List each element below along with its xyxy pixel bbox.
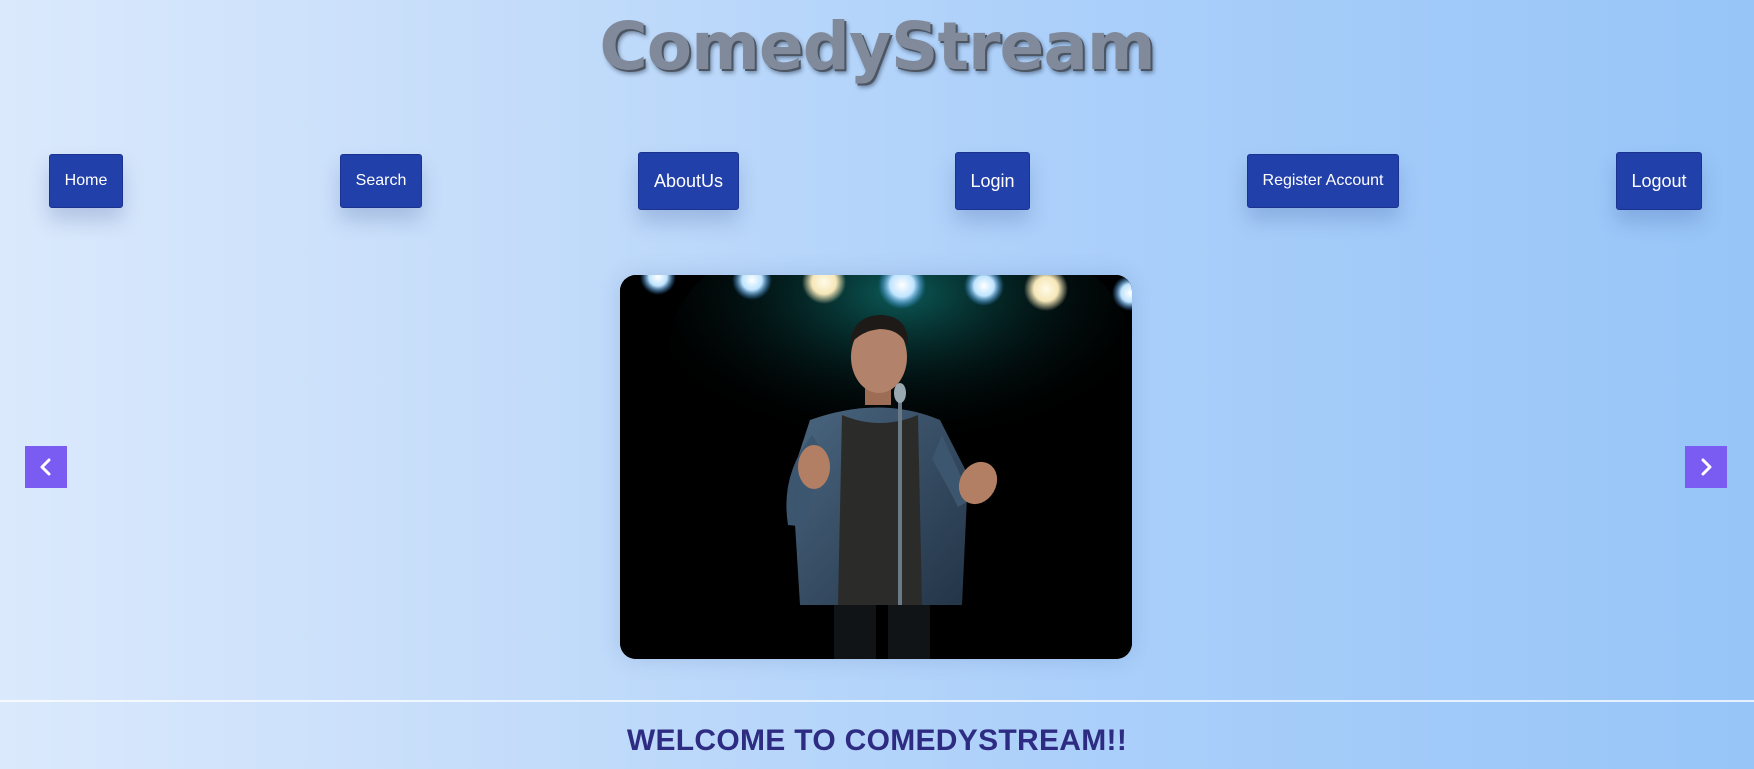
- search-button[interactable]: Search: [340, 154, 422, 208]
- carousel-image: [620, 275, 1132, 659]
- home-button[interactable]: Home: [49, 154, 123, 208]
- site-title: ComedyStream: [599, 8, 1155, 85]
- login-button[interactable]: Login: [955, 152, 1030, 210]
- section-divider: [0, 700, 1754, 702]
- chevron-left-icon: [40, 458, 51, 476]
- stand-up-comedian-illustration: [620, 275, 1132, 659]
- carousel-prev-button[interactable]: [25, 446, 67, 488]
- logout-button[interactable]: Logout: [1616, 152, 1702, 210]
- chevron-right-icon: [1701, 458, 1712, 476]
- welcome-heading: WELCOME TO COMEDYSTREAM!!: [626, 724, 1128, 757]
- register-account-button[interactable]: Register Account: [1247, 154, 1399, 208]
- about-us-button[interactable]: AboutUs: [638, 152, 739, 210]
- carousel-next-button[interactable]: [1685, 446, 1727, 488]
